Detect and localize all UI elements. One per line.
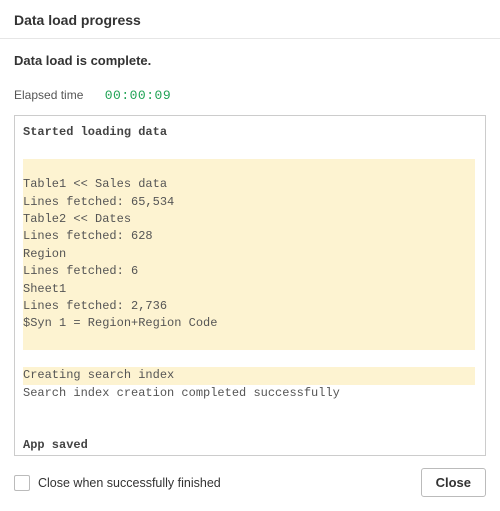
- close-when-finished-label: Close when successfully finished: [38, 476, 221, 490]
- log-line: Search index creation completed successf…: [23, 385, 475, 402]
- log-line: Lines fetched: 628: [23, 228, 475, 245]
- status-message: Data load is complete.: [0, 39, 500, 72]
- elapsed-time: 00:00:09: [105, 88, 171, 103]
- close-when-finished-checkbox[interactable]: [14, 475, 30, 491]
- log-line: Sheet1: [23, 281, 475, 298]
- dialog-header: Data load progress: [0, 0, 500, 39]
- log-line: [23, 420, 475, 437]
- log-panel: Started loading data Table1 << Sales dat…: [14, 115, 486, 456]
- close-button[interactable]: Close: [421, 468, 486, 497]
- log-line: Lines fetched: 65,534: [23, 194, 475, 211]
- log-line: [23, 141, 475, 158]
- dialog-footer: Close when successfully finished Close: [0, 456, 500, 511]
- elapsed-row: Elapsed time 00:00:09: [0, 72, 500, 115]
- log-line: Lines fetched: 6: [23, 263, 475, 280]
- log-line: App saved: [23, 437, 475, 454]
- dialog-title: Data load progress: [14, 12, 486, 28]
- elapsed-label: Elapsed time: [14, 88, 83, 102]
- log-line: Lines fetched: 2,736: [23, 298, 475, 315]
- log-line: Started loading data: [23, 124, 475, 141]
- log-line: [23, 454, 475, 455]
- log-line: Table2 << Dates: [23, 211, 475, 228]
- log-line: [23, 402, 475, 419]
- log-line: Table1 << Sales data: [23, 176, 475, 193]
- log-scroll[interactable]: Started loading data Table1 << Sales dat…: [15, 116, 485, 455]
- close-when-finished-row[interactable]: Close when successfully finished: [14, 475, 221, 491]
- log-line: Creating search index: [23, 367, 475, 384]
- log-line: [23, 159, 475, 176]
- log-line: $Syn 1 = Region+Region Code: [23, 315, 475, 332]
- log-line: [23, 333, 475, 350]
- log-line: Region: [23, 246, 475, 263]
- log-line: [23, 350, 475, 367]
